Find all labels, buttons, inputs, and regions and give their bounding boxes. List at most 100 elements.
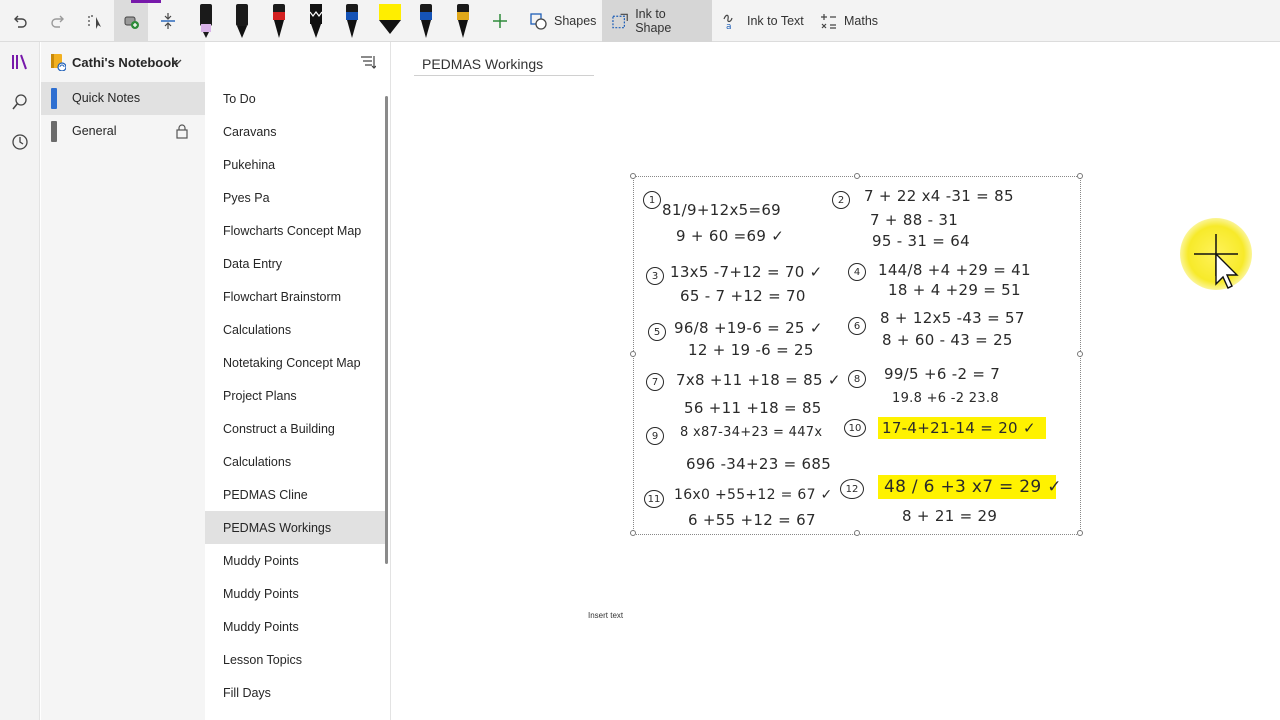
ink-selection-box[interactable]: 1 2 3 4 5 6 7 8 9 10 11 12 81/9+12x5=69 … <box>630 173 1083 536</box>
lock-icon <box>176 124 188 139</box>
page-item[interactable]: Lesson Topics <box>205 643 385 676</box>
svg-text:a: a <box>726 22 732 30</box>
page-item[interactable]: Flowcharts Concept Map <box>205 214 385 247</box>
problem-number: 7 <box>646 373 664 391</box>
ink-to-text-icon: a <box>723 14 733 30</box>
pen-1-button[interactable] <box>194 0 218 42</box>
ink-to-text-button[interactable]: a Ink to Text <box>712 0 814 42</box>
ink-to-shape-icon <box>612 13 628 28</box>
pen-icon <box>346 4 358 38</box>
insert-space-button[interactable] <box>154 0 182 42</box>
ink-line: 18 + 4 +29 = 51 <box>888 281 1021 299</box>
problem-number: 1 <box>643 191 661 209</box>
resize-handle[interactable] <box>854 173 860 179</box>
page-item[interactable]: Calculations <box>205 313 385 346</box>
shapes-label: Shapes <box>554 14 597 28</box>
undo-icon <box>14 15 27 28</box>
page-item[interactable]: Muddy Points <box>205 610 385 643</box>
page-item[interactable]: Calculations <box>205 445 385 478</box>
ink-line: 81/9+12x5=69 <box>662 201 782 219</box>
ink-line: 144/8 +4 +29 = 41 <box>878 261 1031 279</box>
highlighter-button[interactable] <box>374 0 406 42</box>
recent-notes-button[interactable] <box>0 124 40 160</box>
page-label: Lesson Topics <box>223 653 302 667</box>
ink-line: 7x8 +11 +18 = 85 ✓ <box>676 371 841 389</box>
ink-line: 19.8 +6 -2 23.8 <box>892 391 999 406</box>
pen-icon <box>236 4 248 38</box>
section-general[interactable]: General <box>41 115 205 148</box>
page-item[interactable]: Pukehina <box>205 148 385 181</box>
problem-number: 9 <box>646 427 664 445</box>
page-item[interactable]: Project Plans <box>205 379 385 412</box>
ribbon-toolbar: Shapes Ink to Shape a Ink to Text Maths <box>0 0 1280 42</box>
resize-handle[interactable] <box>630 530 636 536</box>
ink-line: 7 + 22 x4 -31 = 85 <box>864 187 1014 205</box>
section-quick-notes[interactable]: Quick Notes <box>41 82 205 115</box>
page-label: Calculations <box>223 455 292 469</box>
pen-2-button[interactable] <box>230 0 254 42</box>
problem-number: 2 <box>832 191 850 209</box>
problem-number: 10 <box>844 419 866 437</box>
resize-handle[interactable] <box>1077 351 1083 357</box>
ink-line: 8 + 60 - 43 = 25 <box>882 331 1013 349</box>
resize-handle[interactable] <box>854 530 860 536</box>
pen-3-button[interactable] <box>267 0 291 42</box>
resize-handle[interactable] <box>1077 530 1083 536</box>
page-item[interactable]: Muddy Points <box>205 577 385 610</box>
pen-icon <box>273 4 285 38</box>
notebook-name[interactable]: Cathi's Notebook <box>72 55 178 70</box>
maths-icon <box>821 13 836 29</box>
pen-6-button[interactable] <box>414 0 438 42</box>
sort-pages-icon[interactable] <box>360 55 376 69</box>
add-space-button[interactable] <box>114 0 148 42</box>
add-pen-button[interactable] <box>488 0 512 42</box>
page-item[interactable]: Data Entry <box>205 247 385 280</box>
redo-button[interactable] <box>44 0 72 42</box>
ink-to-shape-button[interactable]: Ink to Shape <box>602 0 712 42</box>
pen-4-button[interactable] <box>304 0 328 42</box>
notebook-header: Cathi's Notebook <box>41 42 390 82</box>
eraser-plus-icon <box>124 16 139 29</box>
page-label: Flowcharts Concept Map <box>223 224 362 238</box>
notebooks-button[interactable] <box>0 44 40 80</box>
page-item[interactable]: To Do <box>205 82 385 115</box>
ink-line: 8 + 21 = 29 <box>902 507 998 525</box>
page-item[interactable]: Construct a Building <box>205 412 385 445</box>
search-button[interactable] <box>0 84 40 120</box>
page-item[interactable]: Flowchart Brainstorm <box>205 280 385 313</box>
page-label: Muddy Points <box>223 620 299 634</box>
maths-button[interactable]: Maths <box>810 0 888 42</box>
shapes-button[interactable]: Shapes <box>520 0 606 42</box>
page-item[interactable]: Notetaking Concept Map <box>205 346 385 379</box>
pen-icon <box>200 4 212 38</box>
ink-line: 13x5 -7+12 = 70 ✓ <box>670 263 823 281</box>
page-title[interactable]: PEDMAS Workings <box>422 56 543 72</box>
pen-5-button[interactable] <box>340 0 364 42</box>
resize-handle[interactable] <box>630 351 636 357</box>
undo-button[interactable] <box>6 0 34 42</box>
resize-handle[interactable] <box>630 173 636 179</box>
resize-handle[interactable] <box>1077 173 1083 179</box>
page-item[interactable]: Caravans <box>205 115 385 148</box>
page-item[interactable]: Fill Days <box>205 676 385 709</box>
lasso-select-button[interactable] <box>82 0 110 42</box>
pages-scrollbar[interactable] <box>385 96 388 564</box>
chevron-down-icon[interactable] <box>172 58 182 66</box>
ink-line: 6 +55 +12 = 67 <box>688 511 816 529</box>
problem-number: 12 <box>840 479 864 499</box>
ink-line: 65 - 7 +12 = 70 <box>680 287 806 305</box>
insert-text-hint[interactable]: Insert text <box>588 611 623 620</box>
page-item[interactable]: PEDMAS Cline <box>205 478 385 511</box>
redo-icon <box>51 15 64 28</box>
ink-line: 12 + 19 -6 = 25 <box>688 341 814 359</box>
page-item[interactable]: Pyes Pa <box>205 181 385 214</box>
ink-line: 56 +11 +18 = 85 <box>684 399 822 417</box>
pen-7-button[interactable] <box>451 0 475 42</box>
problem-number: 4 <box>848 263 866 281</box>
problem-number: 5 <box>648 323 666 341</box>
page-label: PEDMAS Cline <box>223 488 308 502</box>
ink-line: 7 + 88 - 31 <box>870 211 959 229</box>
page-item-selected[interactable]: PEDMAS Workings <box>205 511 385 544</box>
ink-line: 8 x87-34+23 = 447x <box>680 425 823 440</box>
page-item[interactable]: Muddy Points <box>205 544 385 577</box>
